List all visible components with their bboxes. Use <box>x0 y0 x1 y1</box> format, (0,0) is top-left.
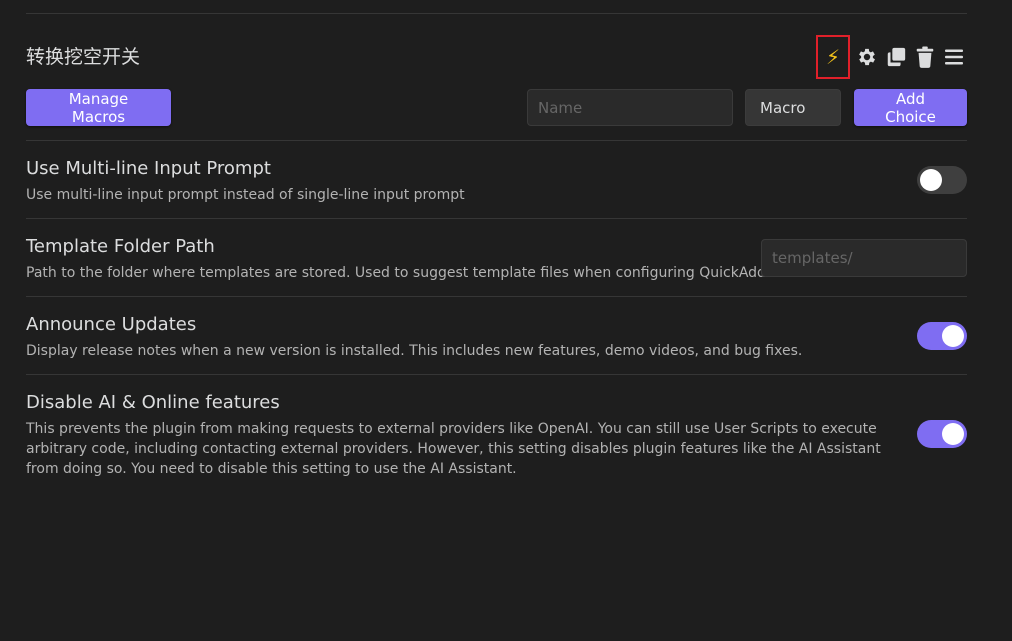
disable-ai-toggle[interactable] <box>917 420 967 448</box>
choice-row: 转换挖空开关 ⚡ <box>26 35 967 79</box>
bolt-icon-glyph: ⚡ <box>825 45 841 69</box>
top-divider <box>26 13 967 14</box>
divider <box>26 296 967 297</box>
setting-name: Disable AI & Online features <box>26 392 280 413</box>
trash-icon[interactable] <box>912 44 938 70</box>
choice-name: 转换挖空开关 <box>26 46 141 68</box>
divider <box>26 374 967 375</box>
announce-updates-toggle[interactable] <box>917 322 967 350</box>
add-choice-button[interactable]: Add Choice <box>854 89 967 126</box>
choice-actions: ⚡ <box>816 35 967 79</box>
setting-name: Announce Updates <box>26 314 197 335</box>
template-folder-input[interactable] <box>761 239 967 277</box>
multiline-input-toggle[interactable] <box>917 166 967 194</box>
divider <box>26 218 967 219</box>
menu-icon[interactable] <box>941 44 967 70</box>
manage-macros-button[interactable]: Manage Macros <box>26 89 171 126</box>
setting-description: This prevents the plugin from making req… <box>26 421 881 477</box>
setting-description: Display release notes when a new version… <box>26 343 803 359</box>
gear-icon[interactable] <box>854 44 880 70</box>
toggle-knob <box>920 169 942 191</box>
setting-multiline-input: Use Multi-line Input Prompt Use multi-li… <box>26 158 967 208</box>
toggle-knob <box>942 325 964 347</box>
setting-disable-ai: Disable AI & Online features This preven… <box>26 392 967 482</box>
toggle-knob <box>942 423 964 445</box>
choice-name-input[interactable] <box>527 89 733 126</box>
setting-description: Use multi-line input prompt instead of s… <box>26 187 465 203</box>
choice-controls: Manage Macros Macro Add Choice <box>26 89 967 127</box>
choice-type-select[interactable]: Macro <box>745 89 841 126</box>
divider <box>26 140 967 141</box>
setting-name: Use Multi-line Input Prompt <box>26 158 271 179</box>
bolt-icon[interactable]: ⚡ <box>816 35 850 79</box>
quickadd-settings: 转换挖空开关 ⚡ Manage Macros Name Macro Add Ch… <box>0 0 1012 641</box>
choice-type-value: Macro <box>760 98 806 117</box>
setting-template-folder: Template Folder Path Path to the folder … <box>26 236 967 286</box>
duplicate-icon[interactable] <box>883 44 909 70</box>
setting-announce-updates: Announce Updates Display release notes w… <box>26 314 967 364</box>
